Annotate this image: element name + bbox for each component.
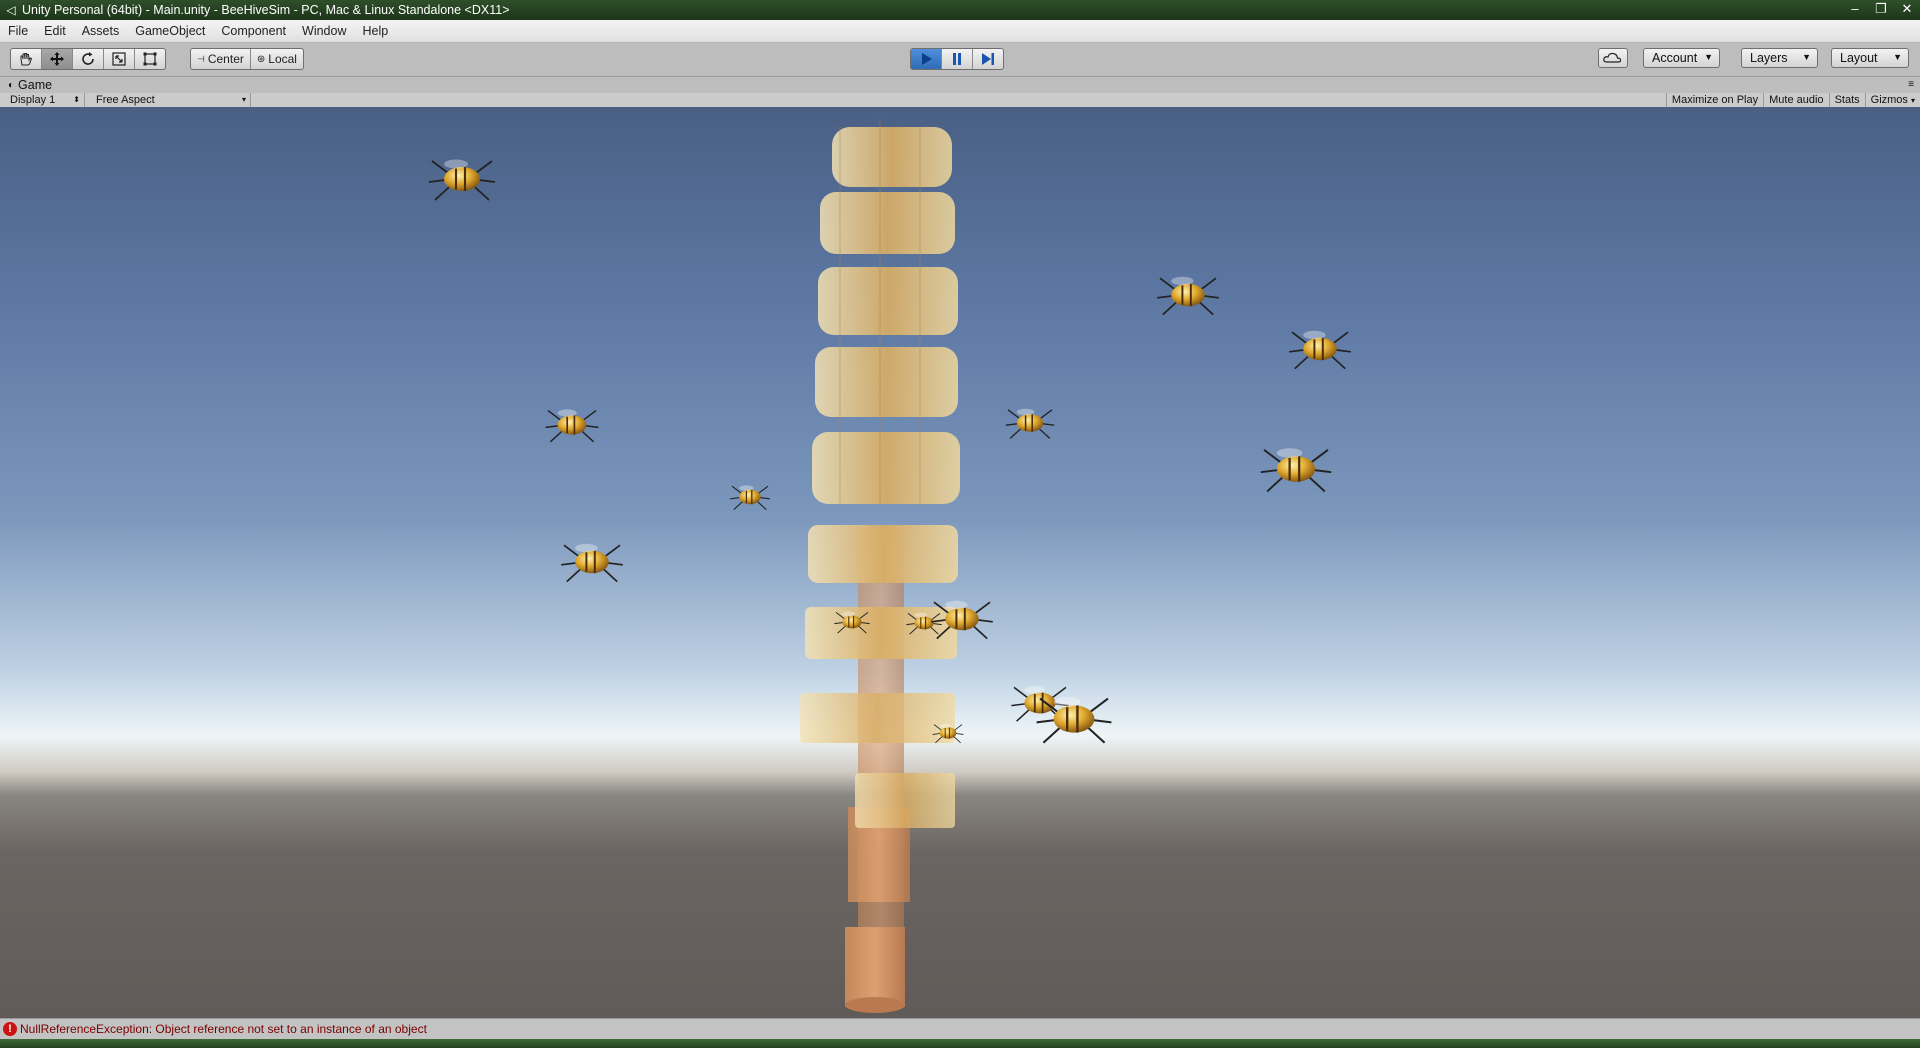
error-icon: ! [3, 1022, 17, 1036]
close-button[interactable]: ✕ [1894, 0, 1920, 20]
maximize-on-play-toggle[interactable]: Maximize on Play [1665, 93, 1763, 107]
scale-tool-button[interactable] [104, 49, 135, 69]
window-title: Unity Personal (64bit) - Main.unity - Be… [22, 3, 510, 17]
bee [1156, 275, 1220, 316]
pivot-center-icon: ⊣ [197, 53, 205, 64]
chevron-updown-icon: ⬍ [73, 95, 80, 104]
window-controls: – ❐ ✕ [1842, 0, 1920, 20]
play-controls [910, 48, 1004, 70]
chevron-down-icon: ▼ [1802, 52, 1811, 62]
tab-game[interactable]: ◐ Game [8, 78, 52, 92]
display-dropdown[interactable]: Display 1 ⬍ [10, 93, 85, 107]
chevron-down-icon: ▾ [1910, 96, 1915, 105]
window-titlebar: ◁ Unity Personal (64bit) - Main.unity - … [0, 0, 1920, 20]
menu-window[interactable]: Window [294, 24, 354, 38]
step-button[interactable] [973, 49, 1003, 69]
console-status-bar[interactable]: ! NullReferenceException: Object referen… [0, 1018, 1920, 1039]
bee [544, 408, 600, 443]
step-icon [982, 53, 994, 65]
game-icon: ◐ [8, 79, 15, 91]
transform-tools [10, 48, 166, 70]
restore-button[interactable]: ❐ [1868, 0, 1894, 20]
bee [560, 542, 624, 583]
rotate-icon [82, 52, 94, 65]
rect-icon [143, 52, 157, 66]
console-error-message: NullReferenceException: Object reference… [20, 1022, 427, 1036]
layout-label: Layout [1840, 51, 1878, 65]
chevron-down-icon: ▼ [1704, 52, 1713, 62]
chevron-down-icon: ▾ [241, 95, 246, 104]
game-viewport[interactable] [0, 107, 1920, 1018]
tab-game-label: Game [18, 78, 53, 92]
panel-menu-icon[interactable]: ≡ [1908, 79, 1914, 90]
menu-bar: File Edit Assets GameObject Component Wi… [0, 20, 1920, 43]
rotate-tool-button[interactable] [73, 49, 104, 69]
gizmos-toggle[interactable]: Gizmos ▾ [1864, 93, 1920, 107]
hand-tool-button[interactable] [11, 49, 42, 69]
bee [1288, 329, 1352, 370]
play-button[interactable] [911, 49, 942, 69]
hand-icon [20, 53, 33, 66]
bee [729, 484, 771, 511]
play-icon [922, 53, 932, 65]
pause-icon [953, 53, 961, 65]
menu-component[interactable]: Component [213, 24, 294, 38]
menu-file[interactable]: File [0, 24, 36, 38]
pivot-center-label: Center [207, 52, 244, 66]
game-view-toolbar: Display 1 ⬍ Free Aspect ▾ Maximize on Pl… [0, 93, 1920, 108]
aspect-label: Free Aspect [96, 94, 155, 106]
menu-assets[interactable]: Assets [74, 24, 128, 38]
pause-button[interactable] [942, 49, 973, 69]
game-view-header: ◐ Game ≡ [0, 77, 1920, 93]
cloud-icon [1603, 52, 1622, 63]
layers-dropdown[interactable]: Layers ▼ [1741, 48, 1818, 68]
mute-audio-toggle[interactable]: Mute audio [1763, 93, 1828, 107]
pivot-toggles: ⊣ Center ⊛ Local [190, 48, 304, 70]
bee [427, 158, 497, 202]
pivot-rotation-button[interactable]: ⊛ Local [251, 49, 303, 69]
pivot-center-button[interactable]: ⊣ Center [191, 49, 251, 69]
bee [1259, 447, 1333, 493]
menu-gameobject[interactable]: GameObject [127, 24, 213, 38]
scene-render [427, 119, 1352, 1013]
move-icon [50, 52, 64, 66]
stats-toggle[interactable]: Stats [1828, 93, 1865, 107]
pivot-rotation-icon: ⊛ [256, 53, 266, 65]
os-taskbar [0, 1039, 1920, 1048]
aspect-dropdown[interactable]: Free Aspect ▾ [96, 93, 251, 107]
chevron-down-icon: ▼ [1893, 52, 1902, 62]
cloud-button[interactable] [1598, 48, 1628, 68]
account-label: Account [1652, 51, 1698, 65]
minimize-button[interactable]: – [1842, 0, 1868, 20]
menu-edit[interactable]: Edit [36, 24, 74, 38]
display-label: Display 1 [10, 94, 56, 106]
move-tool-button[interactable] [42, 49, 73, 69]
layers-label: Layers [1750, 51, 1788, 65]
scale-icon [112, 52, 126, 66]
bee [1035, 695, 1113, 744]
hive-comb-tiers [800, 119, 960, 828]
gizmos-label: Gizmos [1870, 94, 1908, 106]
unity-logo-icon: ◁ [6, 3, 16, 17]
rect-tool-button[interactable] [135, 49, 165, 69]
main-toolbar: ⊣ Center ⊛ Local Account ▼ Layers ▼ Layo… [0, 43, 1920, 77]
game-view-toggles: Maximize on Play Mute audio Stats Gizmos… [1665, 93, 1920, 107]
bee [1005, 407, 1055, 440]
account-dropdown[interactable]: Account ▼ [1643, 48, 1720, 68]
pivot-rotation-label: Local [268, 52, 297, 66]
layout-dropdown[interactable]: Layout ▼ [1831, 48, 1909, 68]
hive-core-column [845, 527, 910, 1013]
menu-help[interactable]: Help [354, 24, 396, 38]
